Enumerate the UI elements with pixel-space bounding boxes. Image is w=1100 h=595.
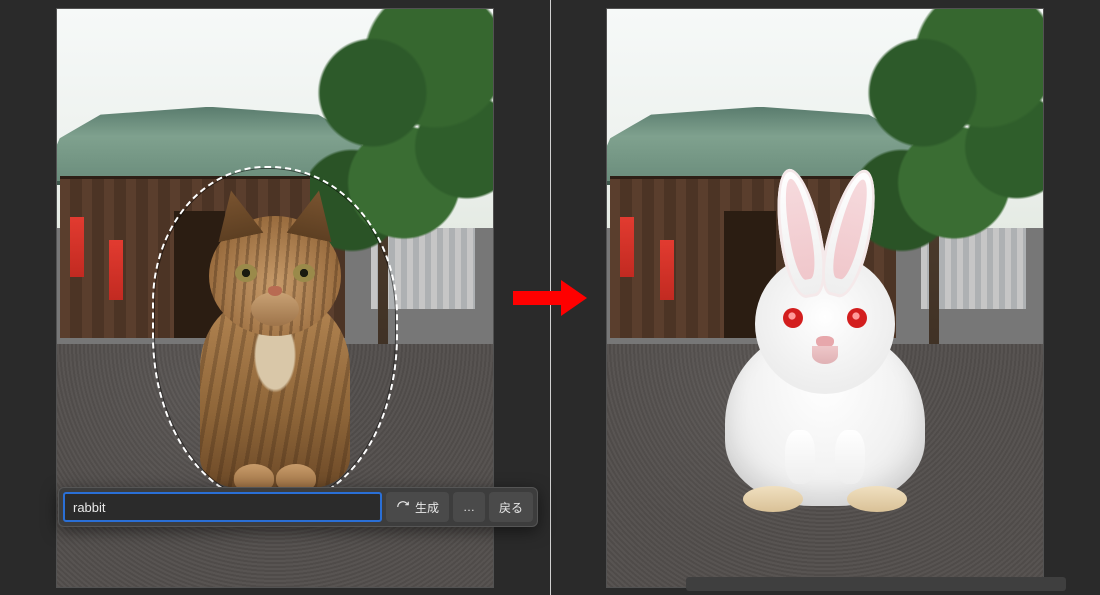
back-button[interactable]: 戻る <box>489 492 533 522</box>
ellipsis-icon: … <box>463 500 475 514</box>
generate-icon <box>396 500 410 514</box>
result-subject-rabbit <box>710 176 940 506</box>
lasso-selection[interactable] <box>152 166 398 506</box>
generate-label: 生成 <box>415 499 439 516</box>
result-canvas[interactable] <box>607 9 1043 587</box>
generative-fill-bar: 生成 … 戻る <box>58 487 538 527</box>
generate-button[interactable]: 生成 <box>386 492 449 522</box>
scene-banner <box>70 217 84 277</box>
more-options-button[interactable]: … <box>453 492 485 522</box>
back-label: 戻る <box>499 499 523 516</box>
result-pane <box>551 0 1100 595</box>
result-toolbar-strip[interactable] <box>686 577 1066 591</box>
scene-banner <box>109 240 123 300</box>
scene-banner <box>620 217 634 277</box>
transform-arrow-icon <box>513 280 587 316</box>
prompt-input[interactable] <box>63 492 382 522</box>
scene-banner <box>660 240 674 300</box>
